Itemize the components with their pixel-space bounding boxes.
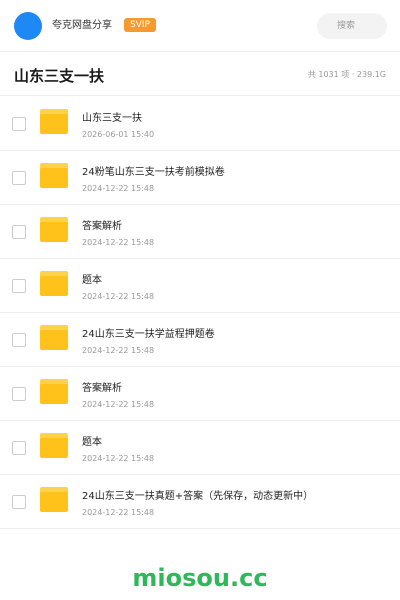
folder-stats: 共 1031 项 · 239.1G: [307, 70, 386, 79]
folder-icon: [40, 379, 68, 404]
item-name[interactable]: 24山东三支一扶真题+答案（先保存，动态更新中）: [82, 490, 313, 504]
top-bar: 夸克网盘分享 SVIP 搜索: [0, 0, 400, 52]
svip-badge: SVIP: [124, 18, 156, 32]
folder-header: 山东三支一扶 共 1031 项 · 239.1G: [0, 52, 400, 96]
folder-icon: [40, 109, 68, 134]
share-title: 夸克网盘分享: [52, 20, 112, 31]
item-date: 2024-12-22 15:48: [82, 454, 155, 463]
search-input[interactable]: 搜索: [317, 13, 387, 39]
list-item[interactable]: 题本 2024-12-22 15:48: [0, 421, 400, 475]
item-date: 2024-12-22 15:48: [82, 400, 155, 409]
item-name[interactable]: 24山东三支一扶学益程押题卷: [82, 328, 215, 342]
item-name[interactable]: 题本: [82, 436, 102, 450]
folder-icon: [40, 271, 68, 296]
row-checkbox[interactable]: [12, 171, 26, 185]
item-name[interactable]: 题本: [82, 274, 102, 288]
item-date: 2024-12-22 15:48: [82, 508, 155, 517]
item-date: 2024-12-22 15:48: [82, 346, 155, 355]
list-item[interactable]: 24山东三支一扶真题+答案（先保存，动态更新中） 2024-12-22 15:4…: [0, 475, 400, 529]
item-name[interactable]: 山东三支一扶: [82, 112, 142, 126]
row-checkbox[interactable]: [12, 333, 26, 347]
item-name[interactable]: 答案解析: [82, 220, 122, 234]
avatar[interactable]: [14, 12, 42, 40]
folder-icon: [40, 217, 68, 242]
row-checkbox[interactable]: [12, 225, 26, 239]
row-checkbox[interactable]: [12, 441, 26, 455]
list-item[interactable]: 山东三支一扶 2026-06-01 15:40: [0, 97, 400, 151]
list-item[interactable]: 24粉笔山东三支一扶考前模拟卷 2024-12-22 15:48: [0, 151, 400, 205]
folder-icon: [40, 487, 68, 512]
item-date: 2024-12-22 15:48: [82, 184, 155, 193]
item-date: 2026-06-01 15:40: [82, 130, 155, 139]
row-checkbox[interactable]: [12, 117, 26, 131]
row-checkbox[interactable]: [12, 387, 26, 401]
list-item[interactable]: 答案解析 2024-12-22 15:48: [0, 205, 400, 259]
watermark: miosou.cc: [132, 564, 268, 592]
list-item[interactable]: 24山东三支一扶学益程押题卷 2024-12-22 15:48: [0, 313, 400, 367]
folder-icon: [40, 163, 68, 188]
list-item[interactable]: 题本 2024-12-22 15:48: [0, 259, 400, 313]
list-item[interactable]: 答案解析 2024-12-22 15:48: [0, 367, 400, 421]
folder-icon: [40, 325, 68, 350]
item-name[interactable]: 24粉笔山东三支一扶考前模拟卷: [82, 166, 225, 180]
page-title: 山东三支一扶: [14, 67, 105, 85]
item-date: 2024-12-22 15:48: [82, 292, 155, 301]
item-name[interactable]: 答案解析: [82, 382, 122, 396]
file-list: 山东三支一扶 2026-06-01 15:40 24粉笔山东三支一扶考前模拟卷 …: [0, 97, 400, 529]
folder-icon: [40, 433, 68, 458]
item-date: 2024-12-22 15:48: [82, 238, 155, 247]
row-checkbox[interactable]: [12, 495, 26, 509]
row-checkbox[interactable]: [12, 279, 26, 293]
